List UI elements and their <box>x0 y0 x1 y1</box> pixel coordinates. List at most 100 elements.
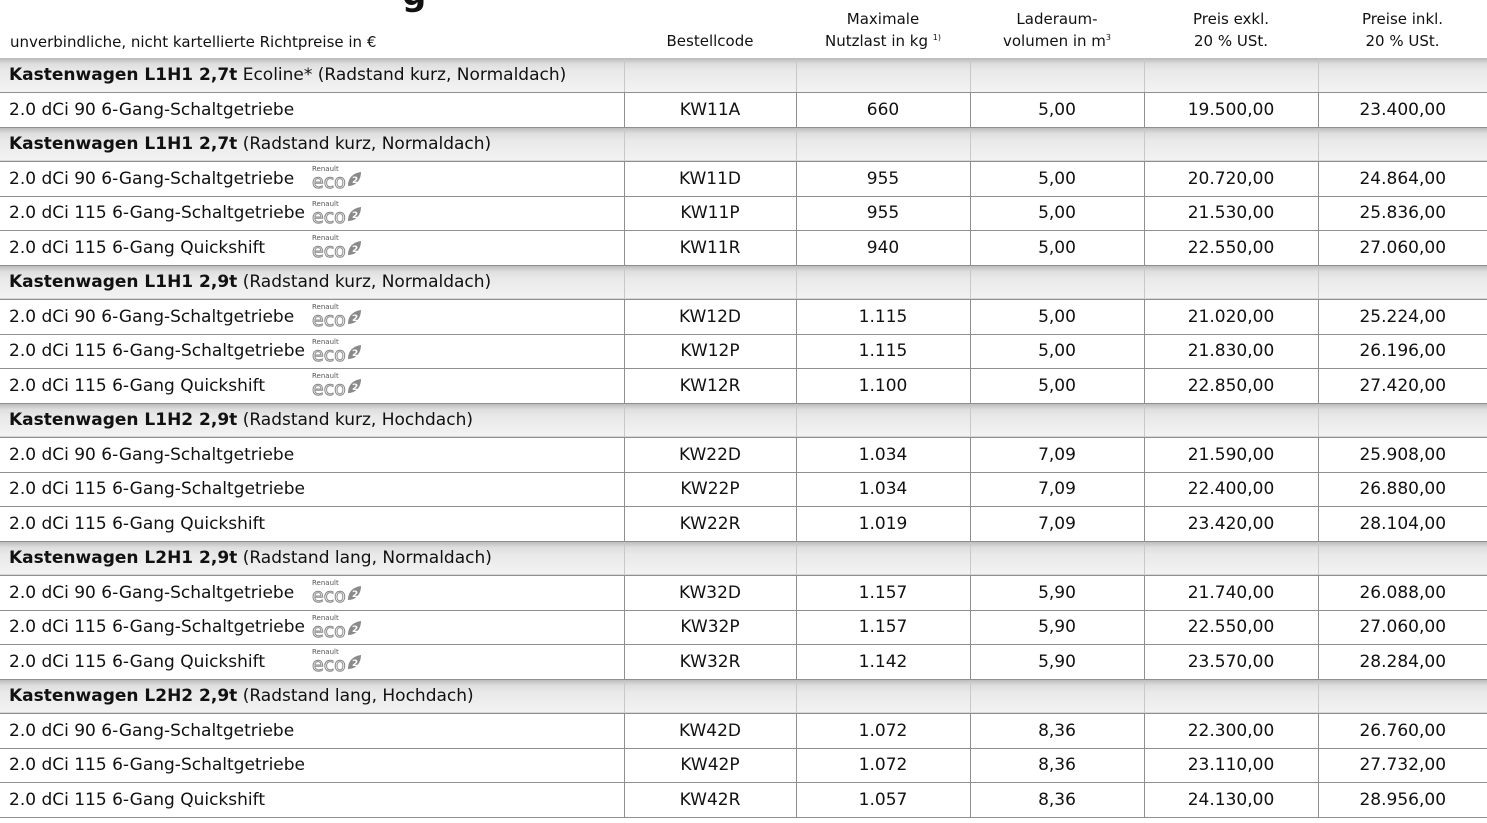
order-code: KW11D <box>623 161 796 197</box>
table-row: 2.0 dCi 90 6-Gang-Schaltgetriebe KW42D 1.0… <box>0 713 1487 749</box>
group-title-detail: (Radstand lang, Normaldach) <box>237 548 492 569</box>
price-excl-vat: 23.420,00 <box>1143 506 1318 542</box>
price-excl-vat: 24.130,00 <box>1143 782 1318 818</box>
cargo-volume: 5,00 <box>969 92 1144 128</box>
table-row: 2.0 dCi 115 6-Gang Quickshift KW42R 1.057 8… <box>0 782 1487 818</box>
svg-text:2: 2 <box>352 176 358 186</box>
price-incl-vat: 26.760,00 <box>1317 713 1487 749</box>
price-incl-vat: 27.732,00 <box>1317 748 1487 783</box>
engine-cell: 2.0 dCi 115 6-Gang Quickshift <box>0 782 624 818</box>
table-row: 2.0 dCi 90 6-Gang-Schaltgetriebe Renault e… <box>0 161 1487 197</box>
engine-cell: 2.0 dCi 90 6-Gang-Schaltgetriebe Renault e… <box>0 299 624 335</box>
renault-eco2-icon: Renault eco 2 <box>304 648 364 674</box>
price-table: Kastenwagen L1H1 2,7t Ecoline* (Radstand… <box>0 58 1487 818</box>
eco-leaf-mark: eco 2 <box>312 206 361 226</box>
engine-cell: 2.0 dCi 115 6-Gang-Schaltgetriebe Renault… <box>0 610 624 645</box>
column-header-payload: Maximale Nutzlast in kg 1) <box>825 10 941 50</box>
payload-kg: 1.072 <box>795 748 970 783</box>
group-header-row: Kastenwagen L2H1 2,9t (Radstand lang, No… <box>0 541 1487 576</box>
engine-name: 2.0 dCi 90 6-Gang-Schaltgetriebe <box>9 444 295 465</box>
engine-cell: 2.0 dCi 115 6-Gang Quickshift Renault eco 2 <box>0 230 624 266</box>
group-header-cell <box>969 541 1144 576</box>
column-header-cargo-volume: Laderaum- volumen in m3 <box>1003 10 1111 50</box>
payload-kg: 660 <box>795 92 970 128</box>
engine-name: 2.0 dCi 115 6-Gang Quickshift <box>9 789 265 810</box>
group-title-detail: Ecoline* (Radstand kurz, Normaldach) <box>237 65 567 85</box>
order-code: KW32P <box>623 610 796 645</box>
payload-kg: 1.019 <box>795 506 970 542</box>
svg-text:2: 2 <box>352 349 358 359</box>
payload-kg: 1.034 <box>795 472 970 507</box>
group-header-cell <box>1317 265 1487 300</box>
svg-text:eco: eco <box>312 206 346 226</box>
renault-eco2-icon: Renault eco 2 <box>304 614 364 640</box>
table-header: g unverbindliche, nicht kartellierte Ric… <box>0 0 1487 58</box>
engine-name: 2.0 dCi 90 6-Gang-Schaltgetriebe <box>9 720 295 741</box>
eco-leaf-mark: eco 2 <box>312 378 361 398</box>
renault-eco2-icon: Renault eco 2 <box>304 303 364 329</box>
group-title-model: Kastenwagen L1H1 2,7t <box>9 134 238 155</box>
engine-cell: 2.0 dCi 90 6-Gang-Schaltgetriebe <box>0 713 624 749</box>
column-header-price-excl-vat: Preis exkl. 20 % USt. <box>1192 10 1270 50</box>
engine-cell: 2.0 dCi 90 6-Gang-Schaltgetriebe <box>0 437 624 473</box>
group-header-cell <box>795 403 970 438</box>
cargo-volume: 7,09 <box>969 506 1144 542</box>
order-code: KW42R <box>623 782 796 818</box>
cargo-volume: 5,00 <box>969 299 1144 335</box>
payload-kg: 1.142 <box>795 644 970 680</box>
engine-name: 2.0 dCi 115 6-Gang Quickshift <box>9 237 265 258</box>
table-row: 2.0 dCi 90 6-Gang-Schaltgetriebe KW22D 1.0… <box>0 437 1487 473</box>
engine-name: 2.0 dCi 115 6-Gang-Schaltgetriebe <box>9 341 305 362</box>
price-incl-vat: 28.956,00 <box>1317 782 1487 818</box>
engine-name: 2.0 dCi 115 6-Gang-Schaltgetriebe <box>9 479 305 500</box>
svg-text:eco: eco <box>312 344 346 364</box>
table-row: 2.0 dCi 115 6-Gang-Schaltgetriebe Renault… <box>0 334 1487 369</box>
order-code: KW12P <box>623 334 796 369</box>
group-title: Kastenwagen L2H1 2,9t (Radstand lang, No… <box>0 541 624 576</box>
group-title-model: Kastenwagen L1H1 2,7t <box>9 65 238 85</box>
group-header-cell <box>969 127 1144 162</box>
eco-leaf-mark: eco 2 <box>312 344 361 364</box>
engine-name: 2.0 dCi 90 6-Gang-Schaltgetriebe <box>9 168 295 189</box>
cubic-superscript: 3 <box>1105 33 1111 42</box>
group-header-cell <box>969 403 1144 438</box>
group-header-cell <box>1317 679 1487 714</box>
group-header-cell <box>795 679 970 714</box>
group-title: Kastenwagen L2H2 2,9t (Radstand lang, Ho… <box>0 679 624 714</box>
table-row: 2.0 dCi 90 6-Gang-Schaltgetriebe KW11A 660… <box>0 92 1487 128</box>
price-incl-vat: 28.284,00 <box>1317 644 1487 680</box>
renault-eco2-icon: Renault eco 2 <box>304 579 364 605</box>
price-incl-vat: 27.420,00 <box>1317 368 1487 404</box>
cargo-volume: 5,00 <box>969 368 1144 404</box>
group-header-cell <box>1317 403 1487 438</box>
engine-cell: 2.0 dCi 115 6-Gang-Schaltgetriebe <box>0 472 624 507</box>
column-header-order-code: Bestellcode <box>666 32 754 50</box>
order-code: KW22R <box>623 506 796 542</box>
svg-text:eco: eco <box>312 171 346 191</box>
payload-kg: 940 <box>795 230 970 266</box>
group-header-cell <box>969 265 1144 300</box>
engine-name: 2.0 dCi 115 6-Gang-Schaltgetriebe <box>9 203 305 224</box>
group-header-cell <box>969 679 1144 714</box>
group-header-cell <box>1143 403 1318 438</box>
group-header-cell <box>623 679 796 714</box>
engine-cell: 2.0 dCi 115 6-Gang-Schaltgetriebe Renault… <box>0 196 624 231</box>
svg-text:2: 2 <box>352 245 358 255</box>
group-header-cell <box>1143 127 1318 162</box>
group-header-cell <box>1143 265 1318 300</box>
cargo-volume: 5,90 <box>969 610 1144 645</box>
price-excl-vat: 19.500,00 <box>1143 92 1318 128</box>
group-title-detail: (Radstand kurz, Normaldach) <box>237 272 492 293</box>
order-code: KW32R <box>623 644 796 680</box>
table-row: 2.0 dCi 90 6-Gang-Schaltgetriebe Renault e… <box>0 299 1487 335</box>
engine-cell: 2.0 dCi 115 6-Gang-Schaltgetriebe <box>0 748 624 783</box>
table-row: 2.0 dCi 115 6-Gang-Schaltgetriebe Renault… <box>0 196 1487 231</box>
payload-kg: 1.115 <box>795 299 970 335</box>
group-header-cell <box>1317 127 1487 162</box>
group-header-cell <box>795 58 970 93</box>
group-header-row: Kastenwagen L1H1 2,7t (Radstand kurz, No… <box>0 127 1487 162</box>
eco-leaf-mark: eco 2 <box>312 585 361 605</box>
group-title-model: Kastenwagen L1H2 2,9t <box>9 410 238 431</box>
eco-leaf-mark: eco 2 <box>312 620 361 640</box>
engine-cell: 2.0 dCi 115 6-Gang Quickshift Renault eco 2 <box>0 644 624 680</box>
